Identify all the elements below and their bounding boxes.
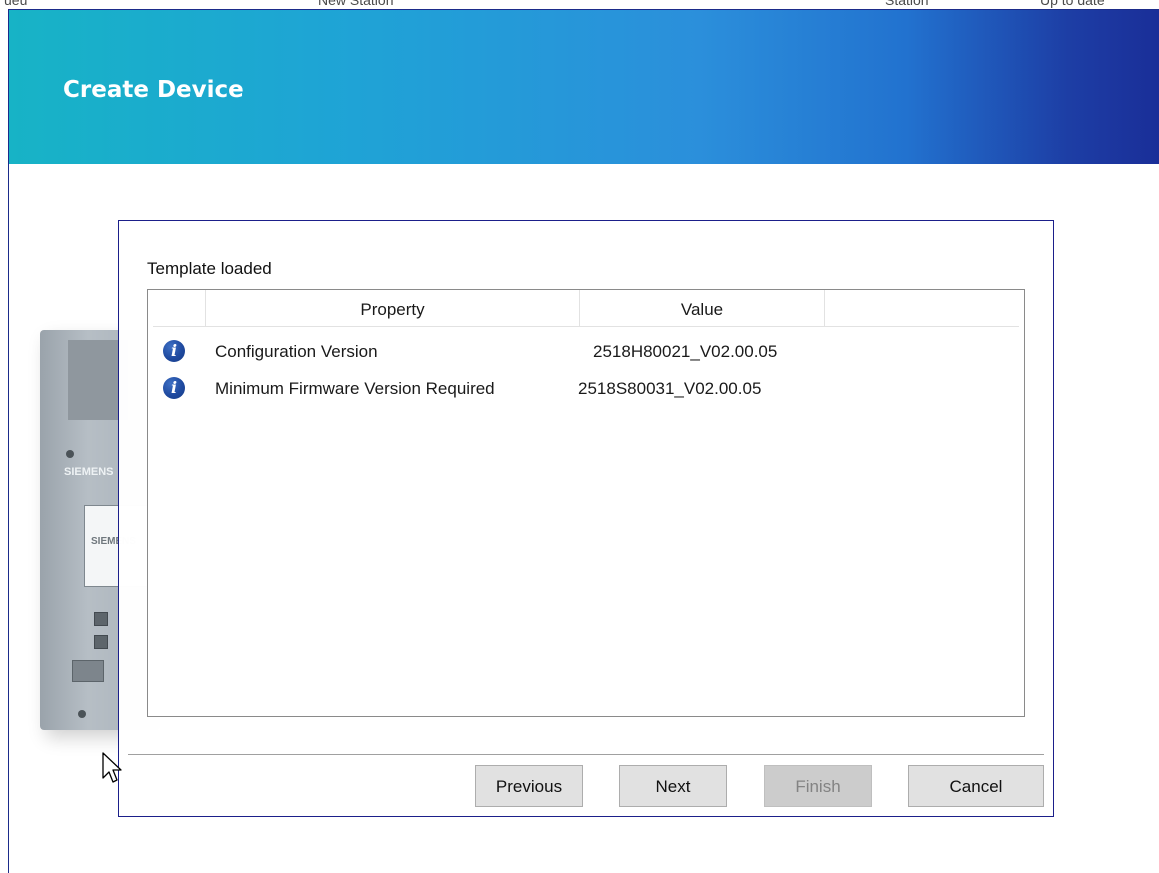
icon-column-header <box>153 290 206 326</box>
previous-button[interactable]: Previous <box>475 765 583 807</box>
grid-header: Property Value <box>153 290 1019 327</box>
divider <box>128 754 1044 755</box>
property-cell: Configuration Version <box>215 342 378 361</box>
info-icon: i <box>163 340 185 362</box>
property-cell: Minimum Firmware Version Required <box>215 379 495 398</box>
window-title: Create Device <box>63 77 244 103</box>
column-header-value[interactable]: Value <box>580 290 825 326</box>
device-usb-port <box>72 660 104 682</box>
value-cell: 2518S80031_V02.00.05 <box>578 379 762 398</box>
table-row[interactable]: i Configuration Version 2518H80021_V02.0… <box>153 332 1019 368</box>
device-led <box>78 710 86 718</box>
cancel-button[interactable]: Cancel <box>908 765 1044 807</box>
info-icon: i <box>163 377 185 399</box>
background-text: New Station <box>318 0 394 8</box>
device-led <box>66 450 74 458</box>
background-text: Up to date <box>1040 0 1105 8</box>
status-label: Template loaded <box>147 259 272 278</box>
device-brand-text: SIEMENS <box>64 466 114 478</box>
table-row[interactable]: i Minimum Firmware Version Required 2518… <box>153 369 1019 405</box>
finish-button: Finish <box>764 765 872 807</box>
header-banner: Create Device <box>9 10 1159 164</box>
next-button[interactable]: Next <box>619 765 727 807</box>
properties-grid: Property Value i Configuration Version 2… <box>147 289 1025 717</box>
device-up-button <box>94 612 108 626</box>
wizard-dialog: Template loaded Property Value i Configu… <box>118 220 1054 817</box>
value-cell: 2518H80021_V02.00.05 <box>593 342 778 361</box>
background-text: ueu <box>4 0 28 8</box>
device-down-button <box>94 635 108 649</box>
column-header-property[interactable]: Property <box>206 290 580 326</box>
mouse-cursor-icon <box>102 752 122 783</box>
screen: ueu New Station Station Up to date Creat… <box>0 0 1159 873</box>
background-text: Station <box>885 0 929 8</box>
